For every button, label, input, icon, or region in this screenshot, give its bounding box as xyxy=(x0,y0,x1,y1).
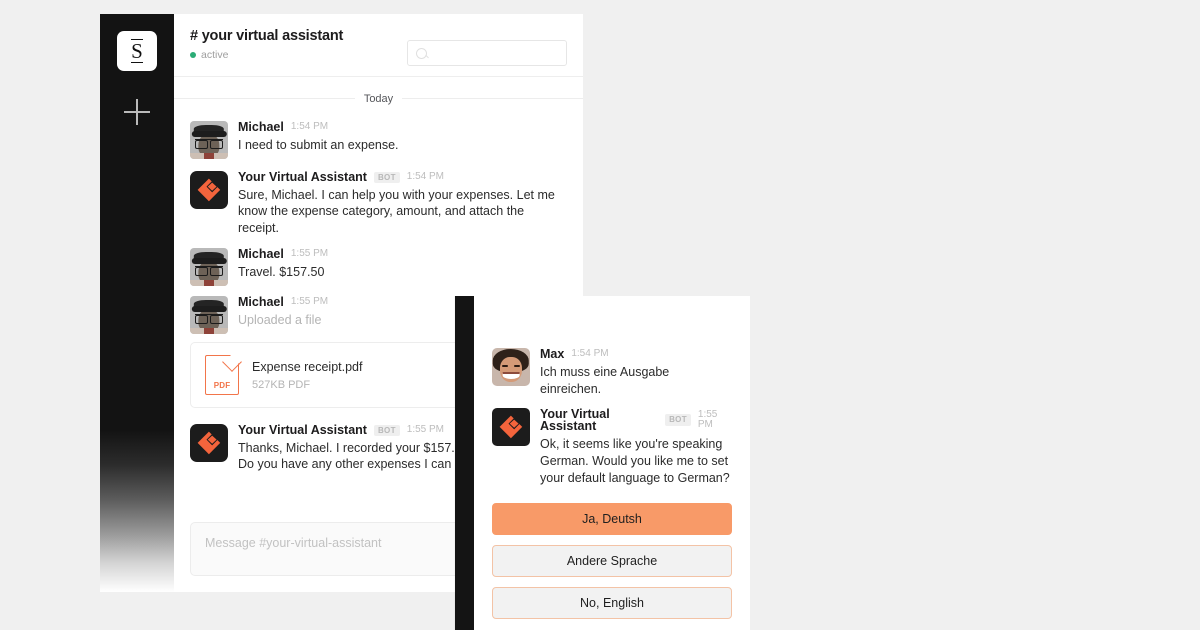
add-workspace-icon[interactable] xyxy=(124,99,150,125)
message-author: Max xyxy=(540,347,565,361)
channel-title: # your virtual assistant xyxy=(190,28,344,44)
avatar-max xyxy=(492,348,530,386)
workspace-logo-letter: S xyxy=(131,39,143,63)
quick-reply-other-language[interactable]: Andere Sprache xyxy=(492,544,732,577)
search-icon xyxy=(416,47,427,59)
workspace-switcher-tile[interactable]: S xyxy=(117,31,157,71)
avatar-virtual-assistant xyxy=(190,171,228,209)
file-name: Expense receipt.pdf xyxy=(252,360,363,375)
quick-reply-no-english[interactable]: No, English xyxy=(492,586,732,619)
pdf-icon-label: PDF xyxy=(213,381,231,390)
message-author: Michael xyxy=(238,247,284,261)
avatar-michael xyxy=(190,121,228,159)
avatar-michael xyxy=(190,296,228,334)
bot-badge: BOT xyxy=(373,424,400,436)
status-dot-icon xyxy=(190,52,196,59)
avatar-virtual-assistant xyxy=(190,424,228,462)
message-timestamp: 1:54 PM xyxy=(571,348,609,360)
message-item: Max 1:54 PM Ich muss eine Ausgabe einrei… xyxy=(492,348,732,398)
message-author: Your Virtual Assistant xyxy=(540,406,610,433)
message-text: I need to submit an expense. xyxy=(238,137,399,152)
message-timestamp: 1:55 PM xyxy=(290,296,329,308)
day-divider: Today xyxy=(174,89,583,107)
message-item: Your Virtual Assistant BOT 1:54 PM Sure,… xyxy=(174,165,583,242)
pdf-file-icon: PDF xyxy=(205,354,240,395)
message-timestamp: 1:54 PM xyxy=(290,121,329,133)
message-author: Your Virtual Assistant xyxy=(238,423,367,437)
avatar-virtual-assistant xyxy=(492,407,530,446)
assistant-logo-icon xyxy=(499,415,523,438)
message-text: Ich muss eine Ausgabe einreichen. xyxy=(540,364,670,396)
message-item: Your Virtual Assistant BOT 1:55 PM Ok, i… xyxy=(492,406,732,487)
workspace-sidebar: S xyxy=(100,14,174,592)
message-text: Sure, Michael. I can help you with your … xyxy=(238,187,555,235)
search-input[interactable] xyxy=(433,47,558,59)
message-input-placeholder: Message #your-virtual-assistant xyxy=(205,536,382,550)
message-text: Ok, it seems like you're speaking German… xyxy=(540,436,730,485)
mobile-chat-overlay: Max 1:54 PM Ich muss eine Ausgabe einrei… xyxy=(455,296,750,630)
search-box[interactable] xyxy=(407,40,567,66)
message-author: Michael xyxy=(238,120,284,134)
message-author: Michael xyxy=(238,295,284,309)
assistant-logo-icon xyxy=(197,178,221,202)
mobile-sidebar-rail xyxy=(455,296,474,630)
day-divider-label: Today xyxy=(354,93,403,105)
channel-header: # your virtual assistant active xyxy=(174,14,583,77)
quick-reply-yes-german[interactable]: Ja, Deutsh xyxy=(492,502,732,535)
file-meta: 527KB PDF xyxy=(252,378,311,391)
bot-badge: BOT xyxy=(373,171,400,183)
channel-header-titles: # your virtual assistant active xyxy=(190,28,343,61)
message-timestamp: 1:55 PM xyxy=(697,409,718,430)
message-text: Travel. $157.50 xyxy=(238,264,325,279)
message-item: Michael 1:55 PM Travel. $157.50 xyxy=(174,242,583,292)
file-attachment-info: Expense receipt.pdf 527KB PDF xyxy=(252,359,363,390)
message-author: Your Virtual Assistant xyxy=(238,170,367,184)
channel-status: active xyxy=(190,49,343,61)
assistant-logo-icon xyxy=(197,431,221,455)
message-timestamp: 1:55 PM xyxy=(406,424,445,436)
bot-badge: BOT xyxy=(665,414,691,426)
message-timestamp: 1:55 PM xyxy=(290,248,329,260)
quick-reply-buttons: Ja, Deutsh Andere Sprache No, English xyxy=(492,502,732,619)
mobile-message-list: Max 1:54 PM Ich muss eine Ausgabe einrei… xyxy=(474,296,750,630)
channel-status-label: active xyxy=(201,49,229,62)
message-timestamp: 1:54 PM xyxy=(406,171,445,183)
message-item: Michael 1:54 PM I need to submit an expe… xyxy=(174,115,583,165)
avatar-michael xyxy=(190,248,228,286)
